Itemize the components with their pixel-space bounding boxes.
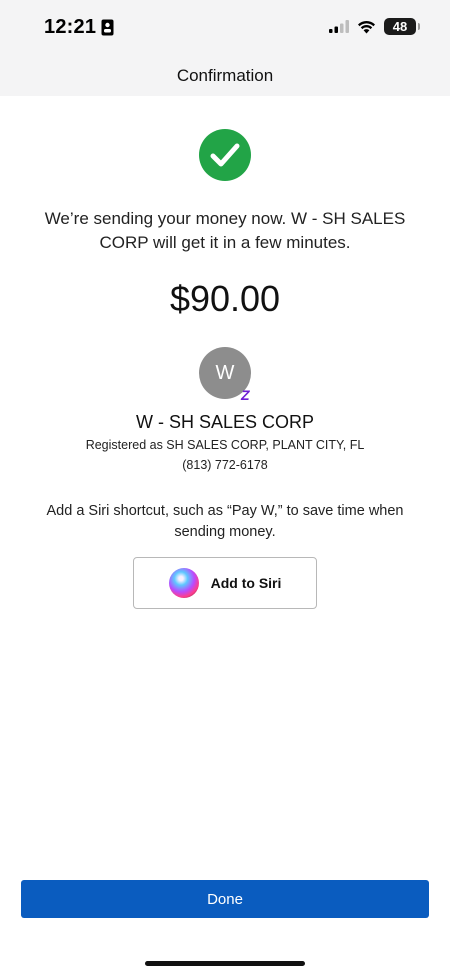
add-to-siri-button[interactable]: Add to Siri	[133, 557, 317, 609]
registered-as: Registered as SH SALES CORP, PLANT CITY,…	[85, 438, 365, 452]
cellular-signal-icon	[329, 20, 349, 33]
recipient-phone: (813) 772-6178	[182, 458, 268, 472]
siri-icon	[168, 568, 199, 598]
avatar-initial: W	[215, 361, 235, 384]
wifi-icon	[358, 20, 375, 33]
time-label: 12:21	[44, 16, 97, 38]
done-button[interactable]: Done	[21, 880, 429, 918]
add-to-siri-label: Add to Siri	[210, 575, 282, 591]
status-bar: 12:21 48	[0, 0, 450, 56]
confirmation-message: We’re sending your money now. W - SH SAL…	[44, 209, 406, 252]
battery-icon: 48	[384, 18, 420, 35]
home-indicator[interactable]	[145, 961, 305, 966]
checkmark-icon	[199, 129, 251, 181]
status-indicators: 48	[329, 18, 420, 35]
zelle-symbol: Z	[241, 387, 250, 403]
battery-level: 48	[392, 19, 408, 34]
siri-description: Add a Siri shortcut, such as “Pay W,” to…	[46, 503, 404, 540]
page-title: Confirmation	[176, 66, 274, 85]
confirmation-screen: 12:21 48 Confirmation We’re sending your…	[0, 0, 450, 975]
status-time: 12:21	[44, 16, 114, 39]
id-card-icon	[101, 19, 114, 36]
payment-amount: $90.00	[169, 278, 281, 319]
recipient-name: W - SH SALES CORP	[135, 412, 315, 432]
nav-header: Confirmation	[0, 56, 450, 96]
zelle-icon: Z	[241, 387, 250, 403]
checkmark-glyph	[210, 143, 240, 167]
done-label: Done	[207, 890, 243, 908]
recipient-avatar-group: W Z	[199, 347, 257, 405]
